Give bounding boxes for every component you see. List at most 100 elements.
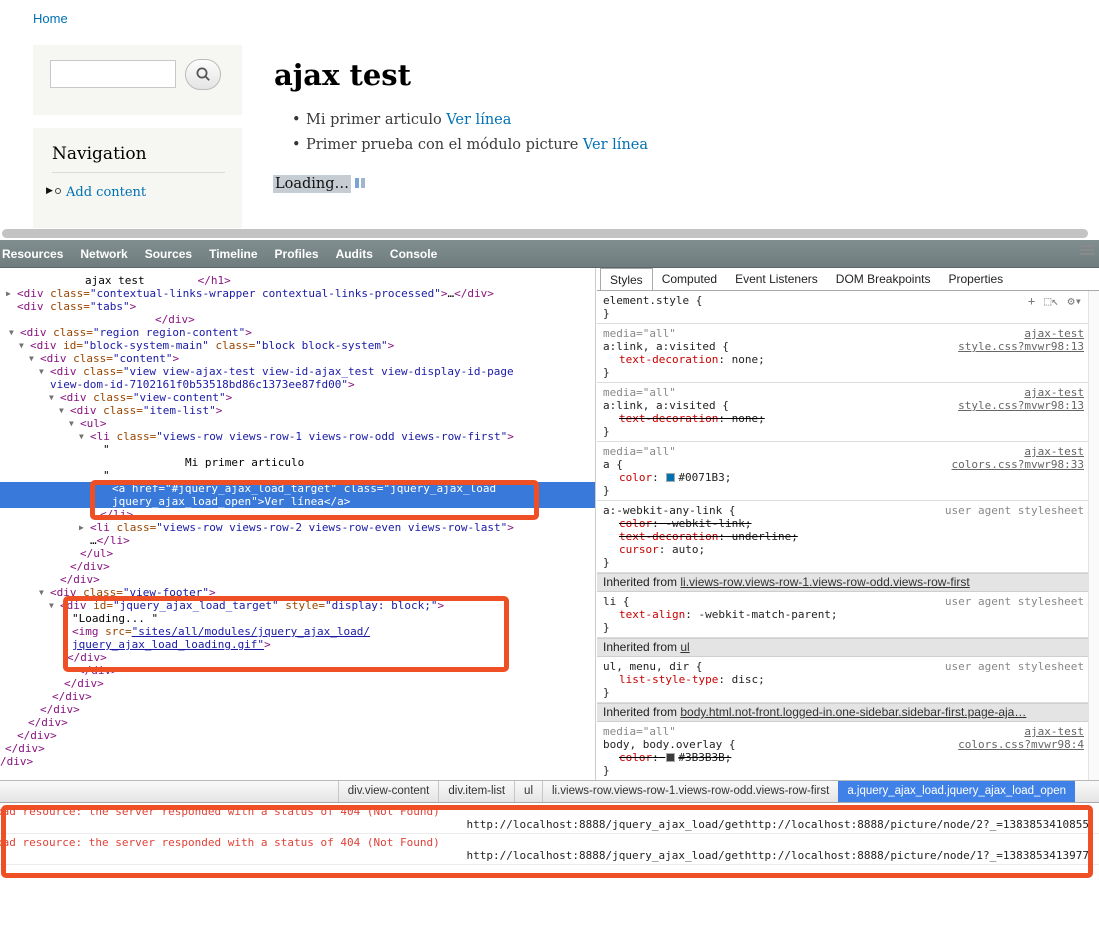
sidebar-tab-event-listeners[interactable]: Event Listeners [726,268,827,290]
chevron-down-icon[interactable]: ▼ [49,392,54,403]
tree-line[interactable]: </div> [0,690,595,703]
css-property[interactable]: color: #0071B3; [603,471,1082,484]
rule-selector[interactable]: element.style { [603,294,1082,307]
devtools-tab-audits[interactable]: Audits [336,247,373,261]
tree-line[interactable]: </div> [0,313,595,326]
css-property[interactable]: text-align: -webkit-match-parent; [603,608,1082,621]
chevron-down-icon[interactable]: ▼ [59,405,64,416]
hamburger-menu-icon[interactable] [1080,245,1094,257]
tree-line[interactable]: </div> [0,742,595,755]
tree-line[interactable]: jquery_ajax_load_open">Ver línea</a> [0,495,595,508]
devtools-tab-console[interactable]: Console [390,247,437,261]
chevron-down-icon[interactable]: ▼ [39,587,44,598]
chevron-down-icon[interactable]: ▼ [39,366,44,377]
breadcrumb-item[interactable]: div.view-content [338,781,439,802]
tree-line[interactable]: view-dom-id-7102161f0b53518bd86c1373ee87… [0,378,595,391]
tree-line[interactable]: "Loading... " [0,612,595,625]
tree-line[interactable]: ajax test </h1> [0,274,595,287]
tree-line[interactable]: </div> [0,677,595,690]
sidebar-tab-styles[interactable]: Styles [600,268,653,290]
chevron-down-icon[interactable]: ▼ [79,431,84,442]
tree-line[interactable]: ▼<div class="item-list"> [0,404,595,417]
color-swatch[interactable] [666,473,675,482]
source-link-line[interactable]: style.css?mvwr98:13 [958,399,1084,412]
tree-line[interactable]: ▼<div class="view view-ajax-test view-id… [0,365,595,378]
tree-line[interactable]: </ul> [0,547,595,560]
tree-line[interactable]: <div class="tabs"> [0,300,595,313]
source-link-line[interactable]: colors.css?mvwr98:33 [952,458,1084,471]
tree-line[interactable]: </div> [0,703,595,716]
tree-line[interactable]: </div> [0,664,595,677]
tree-line[interactable]: <a href="#jquery_ajax_load_target" class… [0,482,595,495]
chevron-down-icon[interactable]: ▼ [9,327,14,338]
new-style-rule-plus-icon[interactable]: + [1028,295,1035,307]
code-segment[interactable]: jquery_ajax_load_loading.gif" [72,638,264,651]
console-error-url[interactable]: http://localhost:8888/jquery_ajax_load/g… [0,818,1099,831]
css-property[interactable]: list-style-type: disc; [603,673,1082,686]
tree-line[interactable]: ▼<ul> [0,417,595,430]
sidebar-tab-computed[interactable]: Computed [653,268,726,290]
breadcrumb-item[interactable]: div.item-list [438,781,514,802]
ver-linea-link[interactable]: Ver línea [583,137,648,153]
tree-line[interactable]: </li> [0,508,595,521]
tree-line[interactable]: ▼<div class="content"> [0,352,595,365]
source-link-line[interactable]: ajax-test [958,386,1084,399]
source-link-line[interactable]: ajax-test [952,445,1084,458]
tree-line[interactable]: jquery_ajax_load_loading.gif"> [0,638,595,651]
chevron-down-icon[interactable]: ▼ [49,600,54,611]
tree-line[interactable]: Mi primer articulo [0,456,595,469]
gear-icon[interactable]: ⚙▾ [1068,295,1082,307]
chevron-down-icon[interactable]: ▼ [19,340,24,351]
chevron-right-icon[interactable]: ▶ [6,288,11,299]
inherited-selector-link[interactable]: body.html.not-front.logged-in.one-sideba… [680,705,1026,719]
nav-item-add-content[interactable]: ▶ Add content [33,185,242,200]
devtools-tab-network[interactable]: Network [80,247,127,261]
sidebar-tab-dom-breakpoints[interactable]: DOM Breakpoints [827,268,940,290]
tree-line[interactable]: ▼<div id="block-system-main" class="bloc… [0,339,595,352]
tree-line[interactable]: ▼<div class="view-footer"> [0,586,595,599]
devtools-tab-sources[interactable]: Sources [145,247,192,261]
css-property[interactable]: cursor: auto; [603,543,1082,556]
css-property[interactable]: text-decoration: none; [603,412,1082,425]
chevron-down-icon[interactable]: ▼ [29,353,34,364]
add-content-link[interactable]: Add content [66,185,146,200]
ver-linea-link[interactable]: Ver línea [446,112,511,128]
tree-line[interactable]: ▶<li class="views-row views-row-2 views-… [0,521,595,534]
source-link-line[interactable]: ajax-test [958,725,1084,738]
devtools-tab-profiles[interactable]: Profiles [275,247,319,261]
tree-line[interactable]: …</li> [0,534,595,547]
breadcrumb-item[interactable]: li.views-row.views-row-1.views-row-odd.v… [542,781,838,802]
inherited-selector-link[interactable]: li.views-row.views-row-1.views-row-odd.v… [680,575,969,589]
tree-line[interactable]: ▼<li class="views-row views-row-1 views-… [0,430,595,443]
devtools-tab-resources[interactable]: Resources [2,247,63,261]
tree-line[interactable]: <img src="sites/all/modules/jquery_ajax_… [0,625,595,638]
tree-line[interactable]: </div> [0,573,595,586]
color-swatch[interactable] [666,753,675,762]
sidebar-tab-properties[interactable]: Properties [939,268,1012,290]
tree-line[interactable]: </div> [0,716,595,729]
tree-line[interactable]: " [0,443,595,456]
code-segment[interactable]: "sites/all/modules/jquery_ajax_load/ [132,625,370,638]
tree-line[interactable]: ▼<div id="jquery_ajax_load_target" style… [0,599,595,612]
tree-line[interactable]: ▼<div class="region region-content"> [0,326,595,339]
breadcrumb-item[interactable]: a.jquery_ajax_load.jquery_ajax_load_open [838,781,1075,802]
chevron-right-icon[interactable]: ▶ [79,522,84,533]
tree-line[interactable]: ▶<div class="contextual-links-wrapper co… [0,287,595,300]
tree-line[interactable]: " [0,469,595,482]
tree-line[interactable]: </div> [0,729,595,742]
source-link-line[interactable]: colors.css?mvwr98:4 [958,738,1084,751]
chevron-down-icon[interactable]: ▼ [69,418,74,429]
element-picker-icon[interactable]: ⬚↖ [1044,295,1058,307]
tree-line[interactable]: ▼<div class="view-content"> [0,391,595,404]
tree-line[interactable]: </div> [0,560,595,573]
inherited-selector-link[interactable]: ul [680,640,689,654]
tree-line[interactable]: /div> [0,755,595,768]
css-property[interactable]: color: #3B3B3B; [603,751,1082,764]
search-button[interactable] [185,59,221,90]
tree-line[interactable]: </div> [0,651,595,664]
source-link-line[interactable]: ajax-test [958,327,1084,340]
css-property[interactable]: color: -webkit-link; [603,517,1082,530]
source-link-line[interactable]: style.css?mvwr98:13 [958,340,1084,353]
css-property[interactable]: text-decoration: none; [603,353,1082,366]
home-link[interactable]: Home [33,11,68,26]
